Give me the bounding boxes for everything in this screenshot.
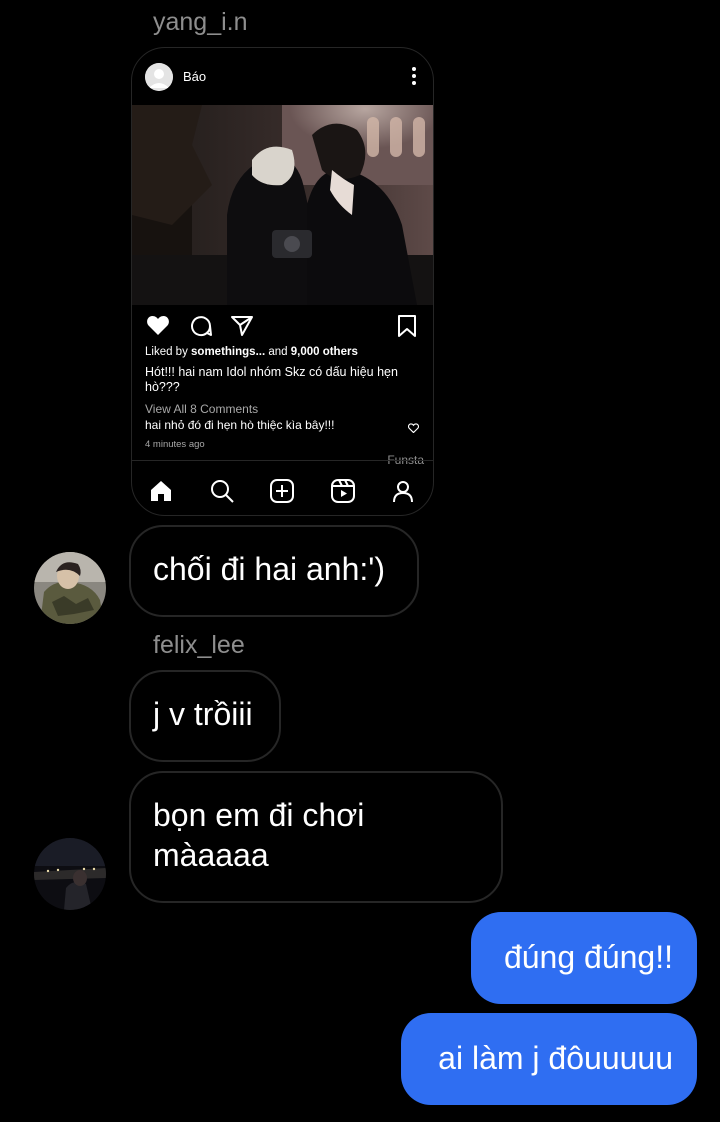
profile-icon[interactable]: [391, 479, 415, 508]
bookmark-icon[interactable]: [397, 314, 417, 343]
post-bottom-nav: [132, 460, 433, 515]
message-bubble[interactable]: bọn em đi chơi màaaaa: [129, 771, 503, 903]
post-author-name[interactable]: Báo: [183, 69, 206, 84]
caption-line: Hót!!! hai nam Idol nhóm Skz có dấu hiệu…: [145, 365, 398, 379]
likes-others: 9,000 others: [290, 346, 358, 358]
likes-user: somethings...: [191, 346, 266, 358]
message-bubble-outgoing[interactable]: ai làm j đôuuuuu: [401, 1013, 697, 1105]
post-actions: [132, 314, 433, 344]
message-line: màaaaa: [153, 837, 269, 873]
post-header: Báo: [132, 48, 433, 106]
caption-line: hò???: [145, 380, 180, 394]
likes-summary[interactable]: Liked by somethings... and 9,000 others: [145, 345, 417, 360]
sender-avatar[interactable]: [34, 838, 106, 910]
reels-icon[interactable]: [331, 479, 355, 508]
share-icon[interactable]: [230, 314, 254, 343]
top-comment: hai nhỏ đó đi hẹn hò thiệc kìa bây!!!: [145, 418, 335, 432]
comment-icon[interactable]: [189, 314, 213, 343]
post-timestamp: 4 minutes ago: [145, 439, 205, 450]
message-line: bọn em đi chơi: [153, 797, 365, 833]
message-bubble[interactable]: chối đi hai anh:'): [129, 525, 419, 617]
sender-name: yang_i.n: [153, 8, 248, 36]
post-author-avatar[interactable]: [145, 63, 173, 91]
search-icon[interactable]: [210, 479, 234, 508]
create-post-icon[interactable]: [270, 479, 294, 508]
sender-avatar[interactable]: [34, 552, 106, 624]
comment-like-icon[interactable]: [407, 420, 420, 438]
shared-post-card[interactable]: Báo Liked by somethings... and 9,000 oth…: [131, 47, 434, 516]
likes-prefix: Liked by: [145, 346, 192, 358]
post-caption: Hót!!! hai nam Idol nhóm Skz có dấu hiệu…: [145, 365, 417, 395]
likes-and: and: [265, 346, 291, 358]
message-bubble[interactable]: j v trồiii: [129, 670, 281, 762]
post-photo[interactable]: [132, 105, 433, 305]
more-options-icon[interactable]: [411, 66, 417, 91]
sender-name: felix_lee: [153, 631, 245, 659]
view-comments-link[interactable]: View All 8 Comments: [145, 402, 417, 417]
message-bubble-outgoing[interactable]: đúng đúng!!: [471, 912, 697, 1004]
home-icon[interactable]: [149, 479, 173, 508]
like-heart-icon[interactable]: [146, 314, 170, 341]
